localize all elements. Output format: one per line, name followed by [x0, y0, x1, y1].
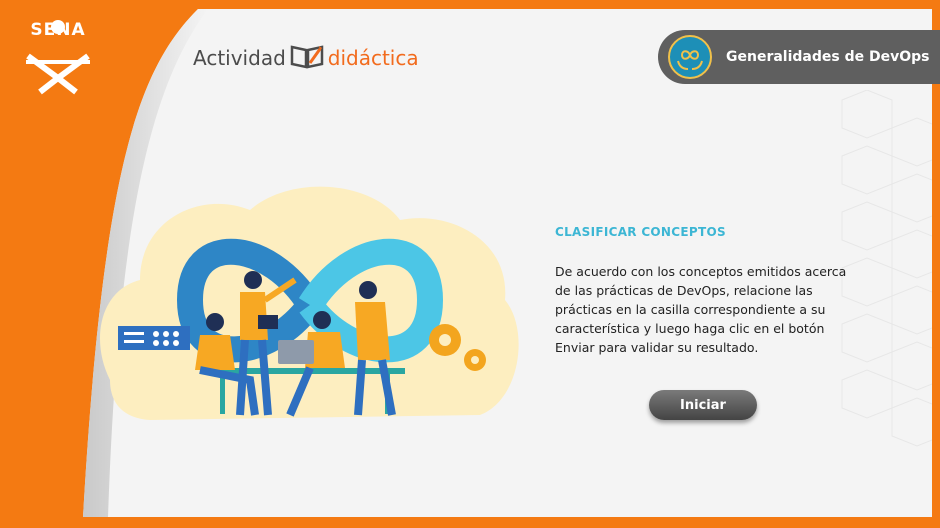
activity-word-1: Actividad	[193, 46, 286, 70]
sena-logo: SENA	[16, 20, 100, 100]
topic-label: Generalidades de DevOps	[726, 49, 930, 65]
devops-hands-icon	[668, 35, 712, 79]
topic-badge: Generalidades de DevOps	[658, 30, 940, 84]
book-icon	[290, 43, 324, 74]
start-button[interactable]: Iniciar	[649, 390, 757, 420]
instructions-text: De acuerdo con los conceptos emitidos ac…	[555, 264, 847, 355]
activity-title: CLASIFICAR CONCEPTOS	[555, 225, 726, 239]
devops-team-illustration	[100, 186, 519, 420]
activity-word-2: didáctica	[327, 46, 419, 70]
activity-heading: Actividad didáctica	[193, 42, 419, 74]
